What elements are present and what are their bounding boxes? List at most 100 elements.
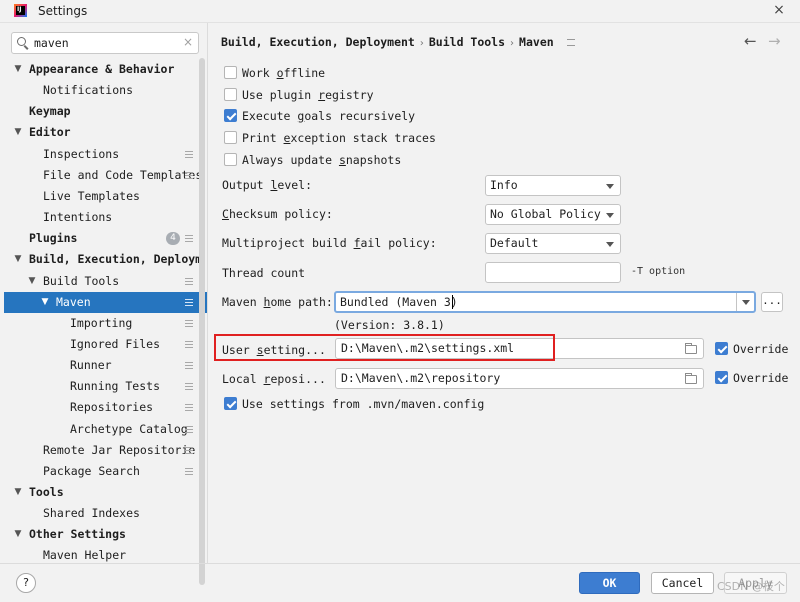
checkbox-box-checked[interactable] [224, 397, 237, 410]
checkbox-box[interactable] [224, 66, 237, 79]
sidebar-item-maven[interactable]: ▼ Maven [4, 291, 207, 313]
checkbox-box-checked[interactable] [224, 109, 237, 122]
checksum-policy-label: Checksum policy: [222, 207, 333, 221]
expand-arrow-icon[interactable]: ▼ [13, 524, 23, 545]
sidebar-item-label: Maven [56, 294, 91, 309]
thread-count-label: Thread count [222, 266, 306, 280]
sidebar-item-live-templates[interactable]: Live Templates [4, 186, 207, 207]
sidebar-item-build-tools[interactable]: ▼ Build Tools [4, 271, 207, 292]
sidebar-item-build-execution-deploym[interactable]: ▼ Build, Execution, Deploym [4, 249, 207, 270]
checkbox-label: Work offline [242, 66, 326, 80]
maven-home-path-combo[interactable]: Bundled (Maven 3) [334, 291, 756, 313]
expand-arrow-icon[interactable]: ▼ [13, 122, 23, 143]
output-level-label: Output level: [222, 178, 313, 192]
forward-arrow-icon[interactable]: → [768, 32, 781, 50]
breadcrumb-separator-icon: › [510, 38, 515, 49]
sidebar-item-package-search[interactable]: Package Search [4, 461, 207, 482]
project-scope-icon [185, 425, 193, 433]
expand-arrow-icon[interactable]: ▼ [13, 249, 23, 270]
sidebar-scrollbar[interactable] [199, 58, 205, 585]
project-scope-icon [185, 150, 193, 158]
sidebar-item-archetype-catalog[interactable]: Archetype Catalog [4, 419, 207, 440]
sidebar-item-label: Remote Jar Repositorie [43, 442, 196, 457]
clear-search-icon[interactable]: × [183, 35, 193, 49]
sidebar-item-editor[interactable]: ▼ Editor [4, 122, 207, 143]
chevron-down-icon [606, 184, 614, 189]
project-scope-icon [185, 362, 193, 370]
sidebar-item-label: Build Tools [43, 273, 120, 288]
sidebar-item-remote-jar-repositorie[interactable]: Remote Jar Repositorie [4, 440, 207, 461]
expand-arrow-icon[interactable]: ▼ [13, 59, 23, 80]
breadcrumb-item[interactable]: Build, Execution, Deployment [221, 35, 415, 49]
expand-arrow-icon[interactable]: ▼ [13, 482, 23, 503]
project-scope-icon [185, 340, 193, 348]
text-cursor [452, 295, 453, 309]
checkbox-box-checked[interactable] [715, 371, 728, 384]
red-highlight-annotation [214, 334, 555, 361]
sidebar-item-label: Build, Execution, Deploym [29, 252, 203, 267]
folder-icon[interactable] [685, 343, 697, 354]
cancel-button[interactable]: Cancel [651, 572, 714, 594]
sidebar-item-label: Appearance & Behavior [29, 62, 175, 76]
project-scope-icon [185, 298, 193, 306]
settings-search-field[interactable]: × [11, 32, 199, 54]
bottom-divider [0, 563, 800, 564]
project-scope-icon [185, 171, 193, 179]
sidebar-item-plugins[interactable]: Plugins 4 [4, 228, 207, 249]
thread-count-input[interactable] [485, 262, 621, 283]
ok-button[interactable]: OK [579, 572, 640, 594]
csdn-watermark: CSDN @枝个 [717, 580, 785, 593]
search-input[interactable] [34, 35, 174, 51]
sidebar-item-intentions[interactable]: Intentions [4, 207, 207, 228]
sidebar-item-label: File and Code Templates [43, 167, 203, 182]
checksum-policy-select[interactable]: No Global Policy [485, 204, 621, 225]
sidebar-item-file-and-code-templates[interactable]: File and Code Templates [4, 165, 207, 186]
folder-icon[interactable] [685, 373, 697, 384]
checkbox-box-checked[interactable] [715, 342, 728, 355]
title-bar: IJ Settings × [0, 0, 800, 23]
sidebar-item-importing[interactable]: Importing [4, 313, 207, 334]
checkbox-label: Override [733, 342, 789, 356]
sidebar-item-keymap[interactable]: Keymap [4, 101, 207, 122]
sidebar-item-ignored-files[interactable]: Ignored Files [4, 334, 207, 355]
sidebar-item-notifications[interactable]: Notifications [4, 80, 207, 101]
sidebar-item-other-settings[interactable]: ▼ Other Settings [4, 524, 207, 545]
expand-arrow-icon[interactable]: ▼ [40, 292, 50, 313]
sidebar-item-repositories[interactable]: Repositories [4, 397, 207, 418]
project-scope-icon [185, 319, 193, 327]
sidebar-item-tools[interactable]: ▼ Tools [4, 482, 207, 503]
expand-arrow-icon[interactable]: ▼ [27, 271, 37, 292]
sidebar-item-appearance-behavior[interactable]: ▼ Appearance & Behavior [4, 59, 207, 80]
browse-maven-home-button[interactable]: ... [761, 292, 783, 312]
fail-policy-label: Multiproject build fail policy: [222, 236, 437, 250]
local-repository-field[interactable]: D:\Maven\.m2\repository [335, 368, 704, 389]
settings-sidebar: × ▼ Appearance & Behavior Notifications Key… [0, 23, 207, 585]
checkbox-box[interactable] [224, 131, 237, 144]
window-title: Settings [38, 4, 88, 18]
checkbox-box[interactable] [224, 88, 237, 101]
checkbox-box[interactable] [224, 153, 237, 166]
back-arrow-icon[interactable]: ← [744, 32, 757, 50]
breadcrumb-item[interactable]: Build Tools [429, 35, 505, 49]
select-value: No Global Policy [490, 207, 601, 221]
chevron-down-icon[interactable] [736, 293, 754, 311]
sidebar-item-shared-indexes[interactable]: Shared Indexes [4, 503, 207, 524]
breadcrumb: Build, Execution, Deployment › Build Tools… [221, 35, 575, 51]
sidebar-item-runner[interactable]: Runner [4, 355, 207, 376]
sidebar-item-label: Keymap [29, 104, 71, 119]
sidebar-item-label: Archetype Catalog [70, 421, 188, 436]
breadcrumb-separator-icon: › [419, 38, 424, 49]
help-icon[interactable]: ? [16, 573, 36, 593]
sidebar-item-label: Runner [70, 358, 112, 373]
output-level-select[interactable]: Info [485, 175, 621, 196]
chevron-down-icon [606, 213, 614, 218]
sidebar-item-label: Editor [29, 125, 71, 140]
sidebar-divider [207, 23, 208, 563]
checkbox-label: Use plugin registry [242, 88, 374, 102]
project-scope-icon [185, 446, 193, 454]
close-icon[interactable]: × [771, 2, 787, 18]
sidebar-item-label: Other Settings [29, 527, 126, 542]
fail-policy-select[interactable]: Default [485, 233, 621, 254]
sidebar-item-inspections[interactable]: Inspections [4, 144, 207, 165]
sidebar-item-running-tests[interactable]: Running Tests [4, 376, 207, 397]
